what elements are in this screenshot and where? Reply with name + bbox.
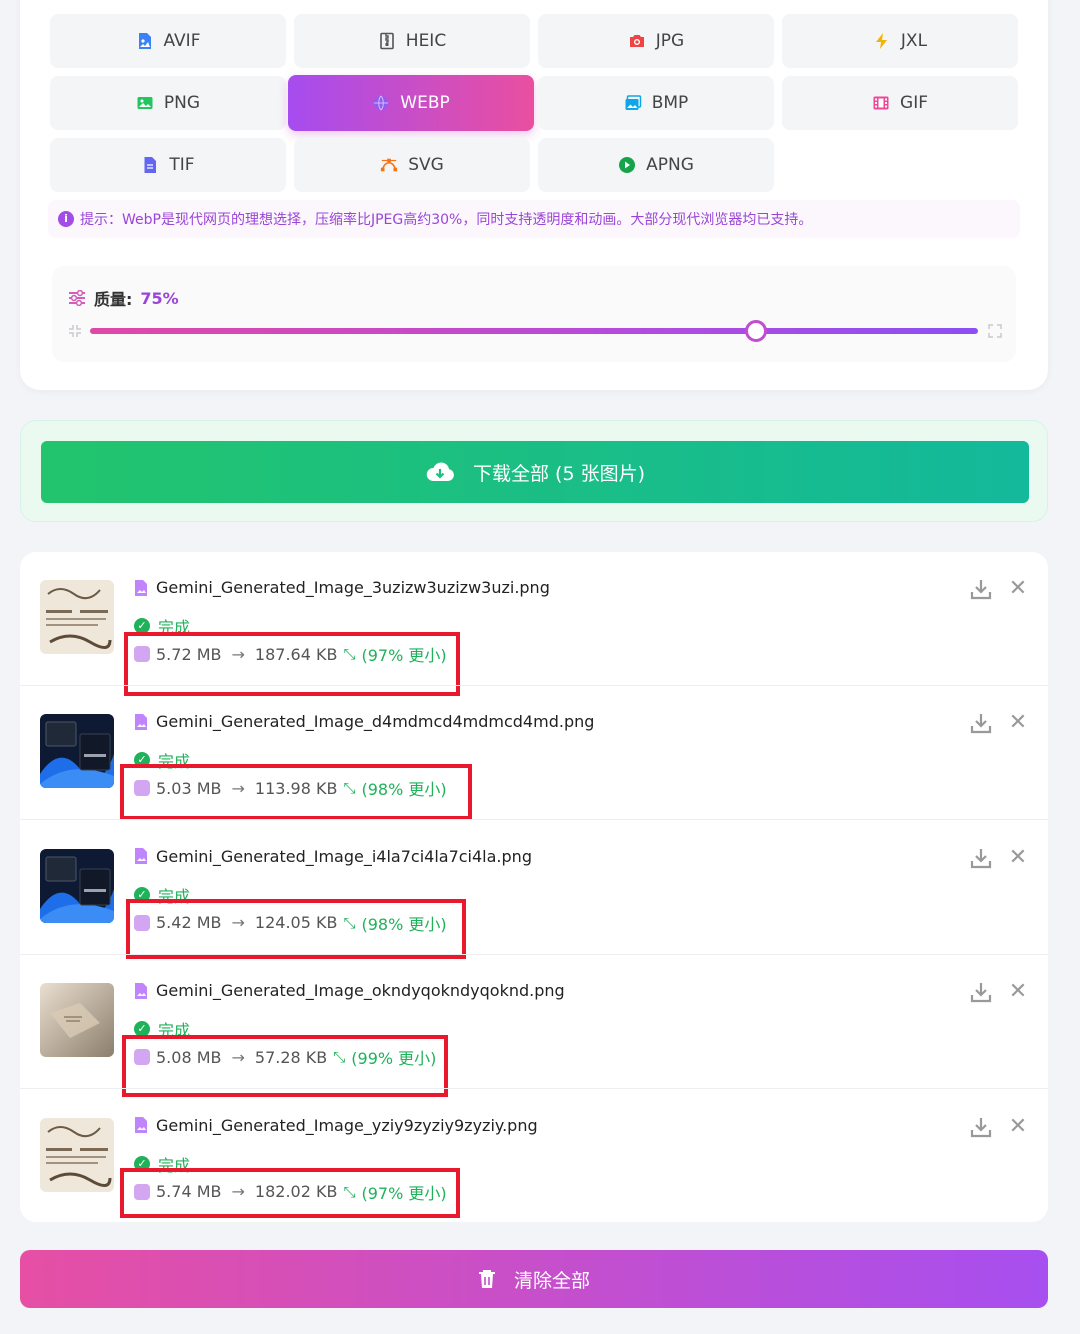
highlight-box	[120, 764, 472, 821]
image-icon	[136, 94, 154, 112]
close-icon[interactable]: ✕	[1008, 711, 1028, 735]
file-name-line: Gemini_Generated_Image_yziy9zyziy9zyziy.…	[134, 1116, 538, 1135]
format-button-avif[interactable]: AVIF	[50, 14, 286, 68]
format-button-webp[interactable]: WEBP	[288, 75, 534, 131]
file-zip-icon	[378, 32, 396, 50]
format-label: AVIF	[163, 31, 201, 51]
play-circle-icon	[618, 156, 636, 174]
file-thumbnail	[40, 848, 114, 923]
file-icon	[141, 156, 159, 174]
quality-title: 质量:	[94, 290, 133, 309]
camera-icon	[628, 32, 646, 50]
file-row: Gemini_Generated_Image_3uzizw3uzizw3uzi.…	[20, 552, 1048, 696]
file-name: Gemini_Generated_Image_3uzizw3uzizw3uzi.…	[156, 578, 550, 597]
format-button-apng[interactable]: APNG	[538, 138, 774, 192]
file-row: Gemini_Generated_Image_d4mdmcd4mdmcd4md.…	[20, 686, 1048, 821]
clear-all-label: 清除全部	[513, 1269, 590, 1292]
format-tip: i 提示：WebP是现代网页的理想选择，压缩率比JPEG高约30%，同时支持透明…	[48, 200, 1020, 238]
close-icon[interactable]: ✕	[1008, 577, 1028, 601]
format-button-bmp[interactable]: BMP	[538, 76, 774, 130]
file-name: Gemini_Generated_Image_d4mdmcd4mdmcd4md.…	[156, 712, 595, 732]
format-button-jpg[interactable]: JPG	[538, 14, 774, 68]
download-icon[interactable]	[970, 981, 992, 1003]
format-label: JXL	[900, 31, 928, 51]
format-label: JPG	[655, 31, 685, 51]
file-name-line: Gemini_Generated_Image_3uzizw3uzizw3uzi.…	[134, 578, 550, 597]
file-image-icon	[135, 713, 147, 730]
format-label: SVG	[408, 155, 444, 175]
download-icon[interactable]	[970, 712, 992, 734]
file-row: Gemini_Generated_Image_i4la7ci4la7ci4la.…	[20, 821, 1048, 959]
download-all-button[interactable]: 下载全部 (5 张图片)	[41, 441, 1029, 503]
globe-icon	[372, 94, 390, 112]
bolt-icon	[873, 32, 891, 50]
file-name: Gemini_Generated_Image_yziy9zyziy9zyziy.…	[156, 1115, 538, 1135]
format-label: TIF	[169, 155, 195, 175]
file-thumbnail	[40, 580, 114, 654]
format-label: BMP	[651, 93, 689, 113]
format-label: APNG	[646, 155, 694, 175]
format-label: PNG	[163, 93, 201, 113]
file-row: Gemini_Generated_Image_okndyqokndyqoknd.…	[20, 955, 1048, 1098]
format-label: HEIC	[405, 31, 447, 51]
expand-icon	[988, 324, 1002, 338]
format-button-heic[interactable]: HEIC	[294, 14, 530, 68]
info-icon: i	[58, 211, 74, 227]
file-name: Gemini_Generated_Image_okndyqokndyqoknd.…	[156, 981, 565, 1001]
file-image-icon	[135, 848, 147, 865]
close-icon[interactable]: ✕	[1008, 845, 1028, 870]
format-button-jxl[interactable]: JXL	[782, 14, 1018, 68]
file-image-icon	[135, 579, 147, 596]
file-name-line: Gemini_Generated_Image_i4la7ci4la7ci4la.…	[134, 847, 532, 866]
cloud-download-icon	[426, 462, 454, 481]
film-icon	[872, 94, 890, 112]
download-icon[interactable]	[970, 578, 992, 600]
quality-slider-thumb[interactable]	[745, 320, 767, 342]
file-thumbnail	[40, 1117, 114, 1192]
trash-icon	[478, 1270, 495, 1288]
quality-slider-track[interactable]	[90, 328, 978, 334]
file-thumbnail	[40, 714, 114, 789]
file-image-icon	[135, 982, 147, 999]
file-name-line: Gemini_Generated_Image_okndyqokndyqoknd.…	[134, 981, 565, 1000]
highlight-box	[120, 1167, 460, 1218]
format-button-tif[interactable]: TIF	[50, 138, 286, 192]
download-panel: 下载全部 (5 张图片)	[20, 420, 1048, 522]
file-row: Gemini_Generated_Image_yziy9zyziy9zyziy.…	[20, 1090, 1048, 1224]
close-icon[interactable]: ✕	[1008, 1114, 1028, 1139]
compress-icon	[69, 325, 81, 337]
quality-value: 75%	[140, 288, 179, 308]
tip-text: 提示：WebP是现代网页的理想选择，压缩率比JPEG高约30%，同时支持透明度和…	[80, 212, 813, 228]
sliders-icon	[69, 290, 85, 306]
file-thumbnail	[40, 983, 114, 1058]
clear-all-button[interactable]: 清除全部	[20, 1250, 1048, 1308]
format-label: WEBP	[400, 93, 450, 113]
file-image-icon	[135, 1117, 147, 1134]
format-label: GIF	[900, 93, 928, 113]
download-icon[interactable]	[970, 1116, 992, 1138]
images-icon	[624, 94, 642, 112]
file-list: Gemini_Generated_Image_3uzizw3uzizw3uzi.…	[20, 552, 1048, 1222]
file-name-line: Gemini_Generated_Image_d4mdmcd4mdmcd4md.…	[134, 712, 594, 731]
file-image-icon	[136, 32, 154, 50]
download-all-label: 下载全部 (5 张图片)	[473, 462, 645, 485]
file-name: Gemini_Generated_Image_i4la7ci4la7ci4la.…	[156, 846, 532, 866]
format-button-gif[interactable]: GIF	[782, 76, 1018, 130]
highlight-box	[126, 898, 466, 959]
quality-panel: 质量: 75%	[52, 266, 1016, 362]
close-icon[interactable]: ✕	[1008, 980, 1028, 1004]
format-button-png[interactable]: PNG	[50, 76, 286, 130]
vector-icon	[380, 156, 398, 174]
download-icon[interactable]	[970, 847, 992, 869]
format-button-svg[interactable]: SVG	[294, 138, 530, 192]
quality-label: 质量: 75%	[68, 286, 179, 310]
